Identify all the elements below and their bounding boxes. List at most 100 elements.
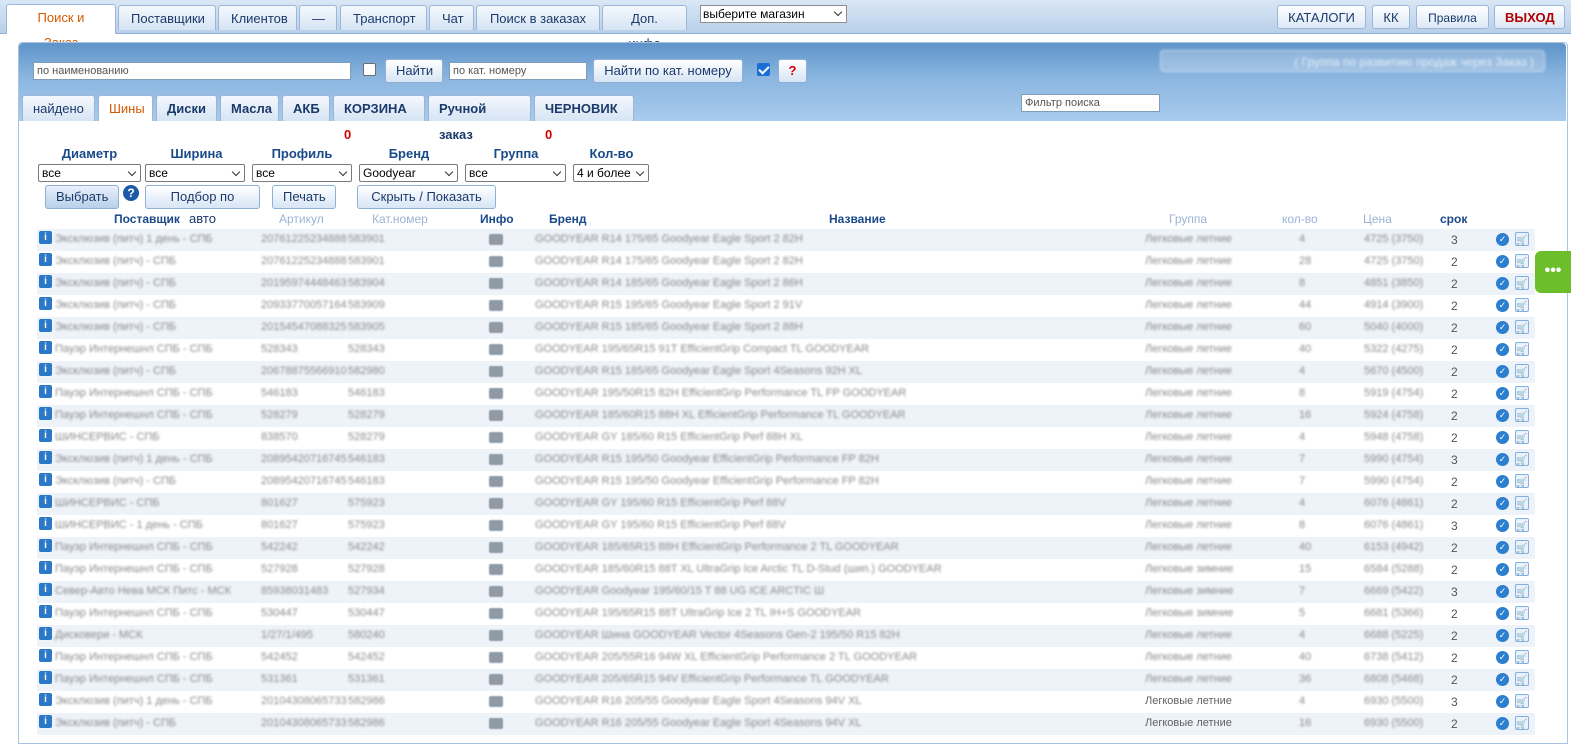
confirm-icon[interactable]: ✓ bbox=[1496, 387, 1509, 400]
table-row[interactable]: i Пауэр Интернешнл СПБ - СПБ 546183 546183 G… bbox=[37, 383, 1535, 405]
cart-icon[interactable]: 🛒 bbox=[1515, 518, 1529, 532]
col-srok[interactable]: срок bbox=[1440, 212, 1467, 226]
cart-icon[interactable]: 🛒 bbox=[1515, 430, 1529, 444]
confirm-icon[interactable]: ✓ bbox=[1496, 409, 1509, 422]
confirm-icon[interactable]: ✓ bbox=[1496, 651, 1509, 664]
subtab-cart[interactable]: КОРЗИНА 0 bbox=[333, 95, 425, 142]
name-cell[interactable]: GOODYEAR 185/60R15 88T XL UltraGrip Ice … bbox=[535, 563, 942, 575]
table-row[interactable]: i ШИНСЕРВИС - СПБ 838570 528279 GOODYEAR GY … bbox=[37, 427, 1535, 449]
cart-icon[interactable]: 🛒 bbox=[1515, 364, 1529, 378]
table-row[interactable]: i Пауэр Интернешнл СПБ - СПБ 531361 531361 G… bbox=[37, 669, 1535, 691]
col-group[interactable]: Группа bbox=[1169, 212, 1207, 226]
confirm-icon[interactable]: ✓ bbox=[1496, 695, 1509, 708]
subtab-disks[interactable]: Диски bbox=[156, 95, 217, 121]
image-icon[interactable] bbox=[489, 542, 503, 553]
cart-icon[interactable]: 🛒 bbox=[1515, 672, 1529, 686]
select-button[interactable]: Выбрать bbox=[45, 185, 119, 209]
supplier-info-icon[interactable]: i bbox=[39, 671, 52, 684]
cart-icon[interactable]: 🛒 bbox=[1515, 628, 1529, 642]
name-cell[interactable]: GOODYEAR Goodyear 195/60/15 T 88 UG ICE … bbox=[535, 585, 824, 597]
cart-icon[interactable]: 🛒 bbox=[1515, 540, 1529, 554]
table-row[interactable]: i Эксклюзив (питч) 1 день - СПБ 2089542071… bbox=[37, 449, 1535, 471]
subtab-akb[interactable]: АКБ bbox=[282, 95, 330, 121]
cart-icon[interactable]: 🛒 bbox=[1515, 606, 1529, 620]
name-cell[interactable]: GOODYEAR 205/65R15 94V EfficientGrip Per… bbox=[535, 673, 889, 685]
supplier-info-icon[interactable]: i bbox=[39, 341, 52, 354]
image-icon[interactable] bbox=[489, 454, 503, 465]
table-row[interactable]: i Эксклюзив (питч) - СПБ 20104308065733 582… bbox=[37, 713, 1535, 735]
table-row[interactable]: i Эксклюзив (питч) - СПБ 20761225234888 583… bbox=[37, 251, 1535, 273]
supplier-info-icon[interactable]: i bbox=[39, 539, 52, 552]
tab-chat[interactable]: Чат bbox=[429, 5, 474, 30]
width-select[interactable]: все bbox=[145, 164, 245, 182]
col-article[interactable]: Артикул bbox=[279, 212, 324, 226]
image-icon[interactable] bbox=[489, 652, 503, 663]
cart-icon[interactable]: 🛒 bbox=[1515, 694, 1529, 708]
confirm-icon[interactable]: ✓ bbox=[1496, 321, 1509, 334]
table-row[interactable]: i Эксклюзив (питч) - СПБ 20154547088325 583… bbox=[37, 317, 1535, 339]
image-icon[interactable] bbox=[489, 278, 503, 289]
confirm-icon[interactable]: ✓ bbox=[1496, 233, 1509, 246]
name-cell[interactable]: GOODYEAR R14 175/65 Goodyear Eagle Sport… bbox=[535, 233, 803, 245]
supplier-info-icon[interactable]: i bbox=[39, 627, 52, 640]
subtab-manual-order[interactable]: Ручной заказ bbox=[428, 95, 531, 142]
tab-transport[interactable]: Транспорт bbox=[340, 5, 427, 30]
cart-icon[interactable]: 🛒 bbox=[1515, 276, 1529, 290]
table-row[interactable]: i Эксклюзив (питч) - СПБ 20195974448463 583… bbox=[37, 273, 1535, 295]
supplier-info-icon[interactable]: i bbox=[39, 693, 52, 706]
supplier-info-icon[interactable]: i bbox=[39, 319, 52, 332]
image-icon[interactable] bbox=[489, 674, 503, 685]
image-icon[interactable] bbox=[489, 388, 503, 399]
cart-icon[interactable]: 🛒 bbox=[1515, 584, 1529, 598]
image-icon[interactable] bbox=[489, 520, 503, 531]
find-by-catno-button[interactable]: Найти по кат. номеру bbox=[593, 59, 743, 83]
confirm-icon[interactable]: ✓ bbox=[1496, 255, 1509, 268]
table-row[interactable]: i Пауэр Интернешнл СПБ - СПБ 542452 542452 G… bbox=[37, 647, 1535, 669]
side-panel-handle[interactable]: ••• bbox=[1535, 251, 1571, 293]
image-icon[interactable] bbox=[489, 476, 503, 487]
supplier-info-icon[interactable]: i bbox=[39, 451, 52, 464]
name-cell[interactable]: GOODYEAR GY 185/60 R15 EfficientGrip Per… bbox=[535, 431, 803, 443]
tab-extra-info[interactable]: Доп. инфо bbox=[602, 5, 687, 51]
group-select[interactable]: все bbox=[465, 164, 566, 182]
name-cell[interactable]: GOODYEAR R14 185/65 Goodyear Eagle Sport… bbox=[535, 277, 803, 289]
table-row[interactable]: i Эксклюзив (питч) - СПБ 20678875566910 582… bbox=[37, 361, 1535, 383]
supplier-info-icon[interactable]: i bbox=[39, 231, 52, 244]
confirm-icon[interactable]: ✓ bbox=[1496, 475, 1509, 488]
toggle-visibility-button[interactable]: Скрыть / Показать bbox=[357, 185, 496, 209]
name-cell[interactable]: GOODYEAR 185/65R15 88H EfficientGrip Per… bbox=[535, 541, 899, 553]
confirm-icon[interactable]: ✓ bbox=[1496, 673, 1509, 686]
confirm-icon[interactable]: ✓ bbox=[1496, 365, 1509, 378]
col-catno[interactable]: Кат.номер bbox=[372, 212, 428, 226]
subtab-tires[interactable]: Шины bbox=[98, 95, 153, 121]
name-cell[interactable]: GOODYEAR R15 185/65 Goodyear Eagle Sport… bbox=[535, 321, 803, 333]
cart-icon[interactable]: 🛒 bbox=[1515, 650, 1529, 664]
supplier-info-icon[interactable]: i bbox=[39, 297, 52, 310]
confirm-icon[interactable]: ✓ bbox=[1496, 277, 1509, 290]
cart-icon[interactable]: 🛒 bbox=[1515, 562, 1529, 576]
name-search-checkbox[interactable] bbox=[363, 63, 376, 76]
name-cell[interactable]: GOODYEAR R16 205/55 Goodyear Eagle Sport… bbox=[535, 695, 862, 707]
exit-button[interactable]: ВЫХОД bbox=[1494, 5, 1565, 29]
supplier-info-icon[interactable]: i bbox=[39, 561, 52, 574]
image-icon[interactable] bbox=[489, 564, 503, 575]
image-icon[interactable] bbox=[489, 322, 503, 333]
supplier-info-icon[interactable]: i bbox=[39, 715, 52, 728]
col-price[interactable]: Цена bbox=[1363, 212, 1392, 226]
store-select[interactable]: выберите магазин bbox=[700, 5, 847, 23]
confirm-icon[interactable]: ✓ bbox=[1496, 453, 1509, 466]
confirm-icon[interactable]: ✓ bbox=[1496, 563, 1509, 576]
table-row[interactable]: i Эксклюзив (питч) 1 день - СПБ 2076122523… bbox=[37, 229, 1535, 251]
image-icon[interactable] bbox=[489, 300, 503, 311]
search-by-name-input[interactable]: по наименованию bbox=[33, 62, 351, 80]
table-row[interactable]: i ШИНСЕРВИС - 1 день - СПБ 801627 575923 GOO… bbox=[37, 515, 1535, 537]
col-name[interactable]: Название bbox=[829, 212, 886, 226]
confirm-icon[interactable]: ✓ bbox=[1496, 519, 1509, 532]
supplier-info-icon[interactable]: i bbox=[39, 473, 52, 486]
name-cell[interactable]: GOODYEAR 195/65R15 88T UltraGrip Ice 2 T… bbox=[535, 607, 861, 619]
profile-select[interactable]: все bbox=[252, 164, 352, 182]
name-cell[interactable]: GOODYEAR R15 195/65 Goodyear Eagle Sport… bbox=[535, 299, 802, 311]
brand-select[interactable]: Goodyear bbox=[359, 164, 458, 182]
tab-search-in-orders[interactable]: Поиск в заказах bbox=[476, 5, 600, 30]
tab-suppliers[interactable]: Поставщики bbox=[118, 5, 216, 30]
